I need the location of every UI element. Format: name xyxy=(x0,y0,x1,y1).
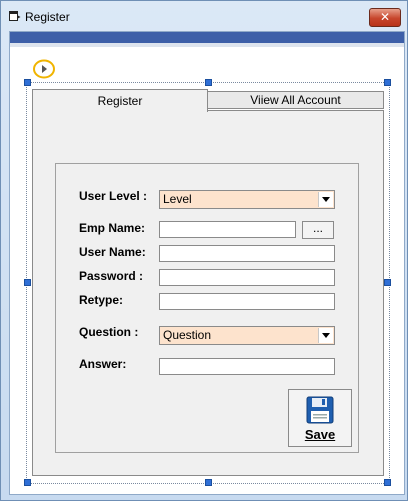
title-bar: Register ✕ xyxy=(1,1,407,31)
tab-view-all-account[interactable]: Viiew All Account xyxy=(207,91,384,109)
browse-employee-button[interactable]: ... xyxy=(302,221,334,239)
resize-handle[interactable] xyxy=(205,479,212,486)
retype-label: Retype: xyxy=(79,293,124,307)
password-field[interactable] xyxy=(159,269,335,286)
resize-handle[interactable] xyxy=(24,279,31,286)
save-label: Save xyxy=(289,427,351,442)
user-name-label: User Name: xyxy=(79,245,146,259)
window-title: Register xyxy=(25,10,70,24)
emp-name-field[interactable] xyxy=(159,221,296,238)
register-tab-page: User Level : Level Emp Name: ... User Na… xyxy=(32,110,384,476)
answer-field[interactable] xyxy=(159,358,335,375)
register-form-group: User Level : Level Emp Name: ... User Na… xyxy=(55,163,359,453)
resize-handle[interactable] xyxy=(205,79,212,86)
chevron-down-icon[interactable] xyxy=(318,328,333,343)
header-strip xyxy=(10,43,404,47)
user-name-field[interactable] xyxy=(159,245,335,262)
header-bar xyxy=(10,32,404,43)
save-label-text: Save xyxy=(304,427,336,442)
emp-name-label: Emp Name: xyxy=(79,221,146,235)
password-label: Password : xyxy=(79,269,144,283)
resize-handle[interactable] xyxy=(384,79,391,86)
question-value: Question xyxy=(163,328,212,342)
resize-handle[interactable] xyxy=(384,279,391,286)
retype-password-field[interactable] xyxy=(159,293,335,310)
app-icon xyxy=(9,11,21,21)
form-client-area: Register Viiew All Account User Level : … xyxy=(9,31,405,495)
user-level-label: User Level : xyxy=(79,189,148,203)
question-label: Question : xyxy=(79,325,139,339)
chevron-down-icon[interactable] xyxy=(318,192,333,207)
user-level-select[interactable]: Level xyxy=(159,190,335,209)
close-button[interactable]: ✕ xyxy=(369,8,401,27)
play-icon[interactable] xyxy=(32,58,56,80)
answer-label: Answer: xyxy=(79,357,127,371)
resize-handle[interactable] xyxy=(24,479,31,486)
floppy-disk-icon xyxy=(306,396,334,424)
tab-register[interactable]: Register xyxy=(32,89,208,112)
resize-handle[interactable] xyxy=(384,479,391,486)
user-level-value: Level xyxy=(163,192,192,206)
save-button[interactable]: Save xyxy=(288,389,352,447)
resize-handle[interactable] xyxy=(24,79,31,86)
question-select[interactable]: Question xyxy=(159,326,335,345)
register-window: Register ✕ Register Viiew All Account Us… xyxy=(0,0,408,501)
